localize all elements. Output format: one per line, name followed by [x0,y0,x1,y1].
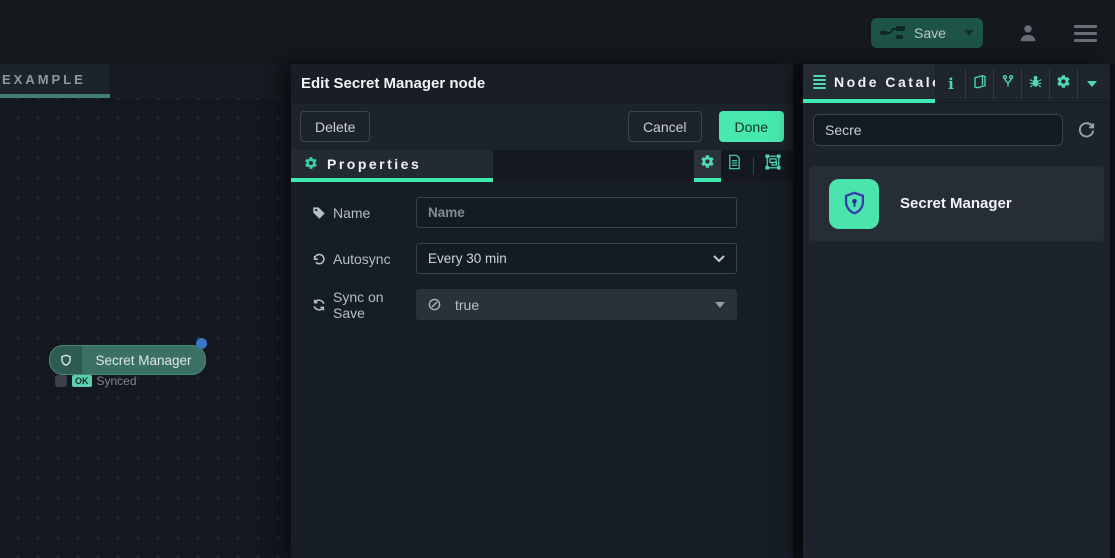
node-port-dot[interactable] [196,338,207,349]
status-badge: OK [72,375,92,387]
save-button[interactable]: Save [871,18,983,48]
tab-properties-label: Properties [327,156,421,172]
catalog-header: Node Catalog i [803,64,1110,103]
name-field-row: Name [312,197,793,228]
boolean-type-icon[interactable] [428,298,441,311]
cancel-button[interactable]: Cancel [628,111,702,142]
autosync-field-row: Autosync Every 30 min [312,243,793,274]
node-label: Secret Manager [82,346,205,374]
menu-icon[interactable] [1074,25,1097,46]
tab-node-catalog[interactable]: Node Catalog [803,64,935,103]
object-group-icon [765,154,781,175]
secret-manager-node[interactable]: Secret Manager [49,345,206,375]
sync-on-save-value: true [455,297,479,313]
top-bar: Save [0,0,1115,64]
tab-properties[interactable]: Properties [291,150,493,182]
config-tab-button[interactable] [1049,69,1077,99]
node-catalog-panel: Node Catalog i [803,64,1110,558]
done-button[interactable]: Done [719,111,784,142]
gear-icon [700,154,715,174]
help-tab-button[interactable] [965,69,993,99]
edit-panel-tabs: Properties [291,150,793,182]
history-icon [312,252,326,266]
info-icon: i [948,77,954,92]
flow-canvas[interactable]: Secret Manager OK Synced [0,98,291,558]
dropdown-caret-icon [715,302,725,308]
autosync-select[interactable]: Every 30 min [416,243,737,274]
refresh-icon[interactable] [1077,121,1096,140]
info-tab-button[interactable]: i [937,69,965,99]
catalog-title: Node Catalog [834,74,935,90]
description-view-button[interactable] [721,150,748,182]
catalog-search-row [803,103,1110,146]
autosync-selected-value: Every 30 min [428,251,507,266]
gear-icon [1056,74,1071,94]
delete-button[interactable]: Delete [300,111,370,142]
sync-on-save-field-row: Sync on Save true [312,289,793,320]
tag-icon [312,206,326,220]
shield-icon [50,346,82,374]
status-text: Synced [97,374,137,388]
save-button-label: Save [914,25,946,41]
book-icon [972,74,988,94]
user-icon[interactable] [1017,22,1039,44]
node-status: OK Synced [55,374,137,388]
branch-tab-button[interactable] [993,69,1021,99]
sync-icon [312,298,326,312]
bug-icon [1028,74,1043,94]
divider [753,157,754,175]
chevron-down-icon [713,255,725,263]
flow-tab-label: EXAMPLE [2,72,86,87]
appearance-view-button[interactable] [759,150,786,182]
flow-tab-example[interactable]: EXAMPLE [0,64,110,98]
document-icon [727,154,742,175]
chevron-down-icon [1087,81,1097,87]
edit-panel-view-switcher [694,150,793,182]
more-tabs-button[interactable] [1077,69,1105,99]
sync-on-save-typed-input[interactable]: true [416,289,737,320]
flow-tab-bar: EXAMPLE [0,64,291,98]
gear-icon [304,156,318,173]
status-shape-icon [55,375,67,387]
branch-icon [1001,74,1015,94]
shield-icon [829,179,879,229]
name-field-label: Name [312,205,416,221]
catalog-item-label: Secret Manager [900,195,1012,212]
deploy-icon [880,24,906,42]
save-dropdown-caret-icon[interactable] [964,30,974,36]
sidebar-tab-toolbar: i [937,69,1105,99]
edit-node-panel: Edit Secret Manager node Delete Cancel D… [291,64,793,558]
name-input[interactable] [416,197,737,228]
debug-tab-button[interactable] [1021,69,1049,99]
sync-on-save-field-label: Sync on Save [312,289,416,321]
edit-panel-title: Edit Secret Manager node [291,64,793,103]
properties-view-button[interactable] [694,150,721,182]
list-icon [813,75,826,89]
autosync-field-label: Autosync [312,251,416,267]
catalog-item-secret-manager[interactable]: Secret Manager [809,166,1104,241]
app-window: Save EXAMPLE Secret Manager [0,0,1115,558]
edit-panel-actions: Delete Cancel Done [291,103,793,150]
catalog-search-input[interactable] [813,114,1063,146]
edit-panel-form: Name Autosync Every 30 min [291,182,793,558]
